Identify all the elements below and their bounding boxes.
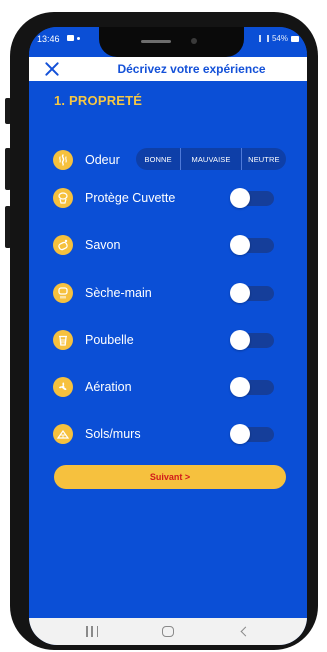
item-label: Protège Cuvette <box>85 191 176 205</box>
item-label: Aération <box>85 380 132 394</box>
soap-icon <box>53 235 73 255</box>
home-icon[interactable] <box>162 626 174 637</box>
toggle-savon[interactable] <box>230 235 274 255</box>
notification-dot-icon <box>77 37 80 40</box>
toggle-knob <box>230 188 250 208</box>
odeur-segmented-control: BONNE MAUVAISE NEUTRE <box>136 148 286 170</box>
toggle-knob <box>230 377 250 397</box>
status-right: 54% <box>258 34 299 43</box>
page-title: Décrivez votre expérience <box>117 62 266 76</box>
phone-screen: 13:46 54% Décrivez votre expérience 1. P… <box>29 27 307 645</box>
item-row-protege-cuvette: Protège Cuvette <box>53 188 293 212</box>
app-header: Décrivez votre expérience <box>29 57 307 81</box>
toilet-seat-icon <box>53 188 73 208</box>
item-row-aeration: Aération <box>53 377 293 401</box>
item-label: Poubelle <box>85 333 134 347</box>
item-row-seche-main: Sèche-main <box>53 283 293 307</box>
item-row-savon: Savon <box>53 235 293 259</box>
toggle-knob <box>230 424 250 444</box>
toggle-aeration[interactable] <box>230 377 274 397</box>
item-label: Savon <box>85 238 121 252</box>
message-icon <box>67 35 74 41</box>
odeur-row: Odeur BONNE MAUVAISE NEUTRE <box>53 148 293 174</box>
fan-icon <box>53 377 73 397</box>
signal-icon <box>258 35 269 42</box>
back-icon[interactable] <box>239 625 251 637</box>
toggle-knob <box>230 283 250 303</box>
camera-icon <box>191 38 197 44</box>
status-time: 13:46 <box>37 34 60 44</box>
toggle-seche-main[interactable] <box>230 283 274 303</box>
recents-icon[interactable] <box>86 626 98 637</box>
odeur-option-neutre[interactable]: NEUTRE <box>240 148 286 170</box>
odeur-option-bonne[interactable]: BONNE <box>136 148 180 170</box>
toggle-knob <box>230 330 250 350</box>
floor-icon <box>53 424 73 444</box>
item-label: Sèche-main <box>85 286 152 300</box>
odeur-option-mauvaise[interactable]: MAUVAISE <box>180 148 241 170</box>
smell-icon <box>53 150 73 170</box>
odeur-label: Odeur <box>85 153 120 167</box>
section-title: 1. PROPRETÉ <box>54 93 143 108</box>
battery-icon <box>291 35 299 42</box>
trash-bin-icon <box>53 330 73 350</box>
toggle-sols-murs[interactable] <box>230 424 274 444</box>
toggle-poubelle[interactable] <box>230 330 274 350</box>
speaker-grille <box>141 40 171 43</box>
toggle-protege-cuvette[interactable] <box>230 188 274 208</box>
close-button[interactable] <box>42 59 62 79</box>
item-row-poubelle: Poubelle <box>53 330 293 354</box>
item-label: Sols/murs <box>85 427 141 441</box>
item-row-sols-murs: Sols/murs <box>53 424 293 448</box>
toggle-knob <box>230 235 250 255</box>
battery-level: 54% <box>271 34 288 43</box>
next-button[interactable]: Suivant > <box>54 465 286 489</box>
hand-dryer-icon <box>53 283 73 303</box>
camera-notch <box>99 27 244 57</box>
android-nav-bar <box>29 618 307 645</box>
